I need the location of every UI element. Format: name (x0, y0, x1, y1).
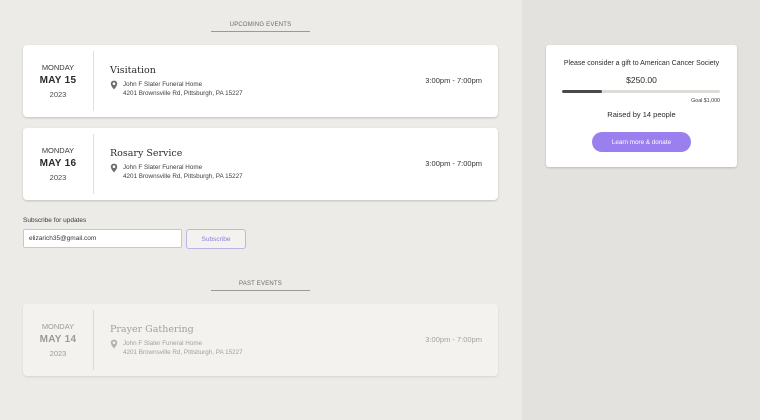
event-venue: John F Slater Funeral Home (123, 164, 203, 171)
donation-progress-fill (562, 90, 602, 93)
event-month-day: MAY 16 (39, 158, 77, 169)
subscribe-label: Subscribe for updates (23, 217, 87, 224)
event-weekday: MONDAY (41, 146, 75, 155)
event-weekday: MONDAY (41, 63, 75, 72)
subscribe-button[interactable]: Subscribe (186, 229, 246, 249)
event-address: 4201 Brownsville Rd, Pittsburgh, PA 1522… (123, 90, 243, 97)
past-events-heading: PAST EVENTS (211, 281, 310, 291)
event-venue: John F Slater Funeral Home (123, 340, 203, 347)
event-date: MONDAY MAY 16 2023 (23, 134, 94, 194)
event-title: Rosary Service (110, 148, 183, 159)
event-year: 2023 (49, 90, 67, 99)
subscribe-email-input[interactable] (23, 229, 182, 248)
event-venue: John F Slater Funeral Home (123, 81, 203, 88)
event-card[interactable]: MONDAY MAY 16 2023 Rosary Service John F… (23, 128, 498, 200)
location-pin-icon (110, 80, 118, 90)
event-month-day: MAY 14 (39, 334, 77, 345)
event-card[interactable]: MONDAY MAY 15 2023 Visitation John F Sla… (23, 45, 498, 117)
donation-raised-count: Raised by 14 people (607, 110, 676, 119)
event-date: MONDAY MAY 14 2023 (23, 310, 94, 370)
donation-amount: $250.00 (626, 75, 657, 85)
event-month-day: MAY 15 (39, 75, 77, 86)
event-time: 3:00pm - 7:00pm (425, 76, 482, 85)
event-year: 2023 (49, 349, 67, 358)
event-time: 3:00pm - 7:00pm (425, 159, 482, 168)
event-title: Prayer Gathering (110, 324, 194, 335)
donation-goal: Goal $1,000 (691, 98, 720, 104)
donation-card: Please consider a gift to American Cance… (546, 45, 737, 167)
event-date: MONDAY MAY 15 2023 (23, 51, 94, 111)
event-address: 4201 Brownsville Rd, Pittsburgh, PA 1522… (123, 349, 243, 356)
event-address: 4201 Brownsville Rd, Pittsburgh, PA 1522… (123, 173, 243, 180)
location-pin-icon (110, 339, 118, 349)
event-time: 3:00pm - 7:00pm (425, 335, 482, 344)
donation-progress-bar (562, 90, 720, 93)
donation-prompt: Please consider a gift to American Cance… (563, 60, 720, 67)
location-pin-icon (110, 163, 118, 173)
event-year: 2023 (49, 173, 67, 182)
event-weekday: MONDAY (41, 322, 75, 331)
past-event-card[interactable]: MONDAY MAY 14 2023 Prayer Gathering John… (23, 304, 498, 376)
event-title: Visitation (110, 65, 156, 76)
upcoming-events-heading: UPCOMING EVENTS (211, 22, 310, 32)
learn-more-donate-button[interactable]: Learn more & donate (592, 132, 691, 152)
